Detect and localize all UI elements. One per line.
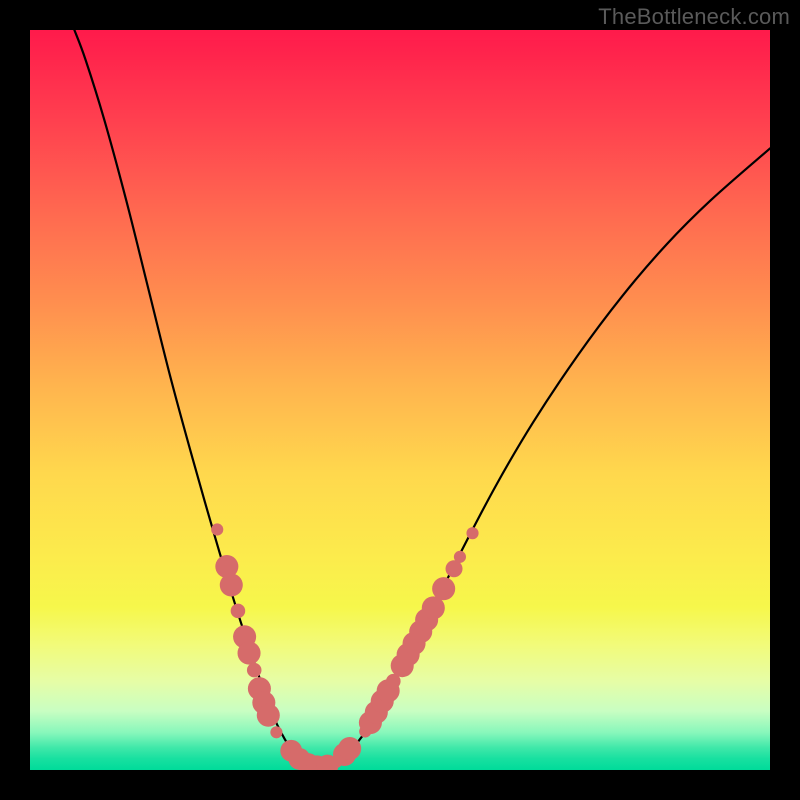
data-marker xyxy=(211,523,223,535)
bottleneck-curve xyxy=(30,30,770,770)
data-marker xyxy=(247,663,262,678)
data-marker xyxy=(432,577,455,600)
data-marker xyxy=(270,726,282,738)
curve-markers xyxy=(211,523,478,770)
data-marker xyxy=(466,527,478,539)
data-marker xyxy=(257,704,280,727)
chart-frame: TheBottleneck.com xyxy=(0,0,800,800)
watermark-text: TheBottleneck.com xyxy=(598,4,790,30)
data-marker xyxy=(238,642,261,665)
data-marker xyxy=(454,551,466,563)
data-marker xyxy=(338,737,361,760)
data-marker xyxy=(220,573,243,596)
plot-area xyxy=(30,30,770,770)
data-marker xyxy=(231,604,246,619)
curve-line xyxy=(74,30,770,767)
